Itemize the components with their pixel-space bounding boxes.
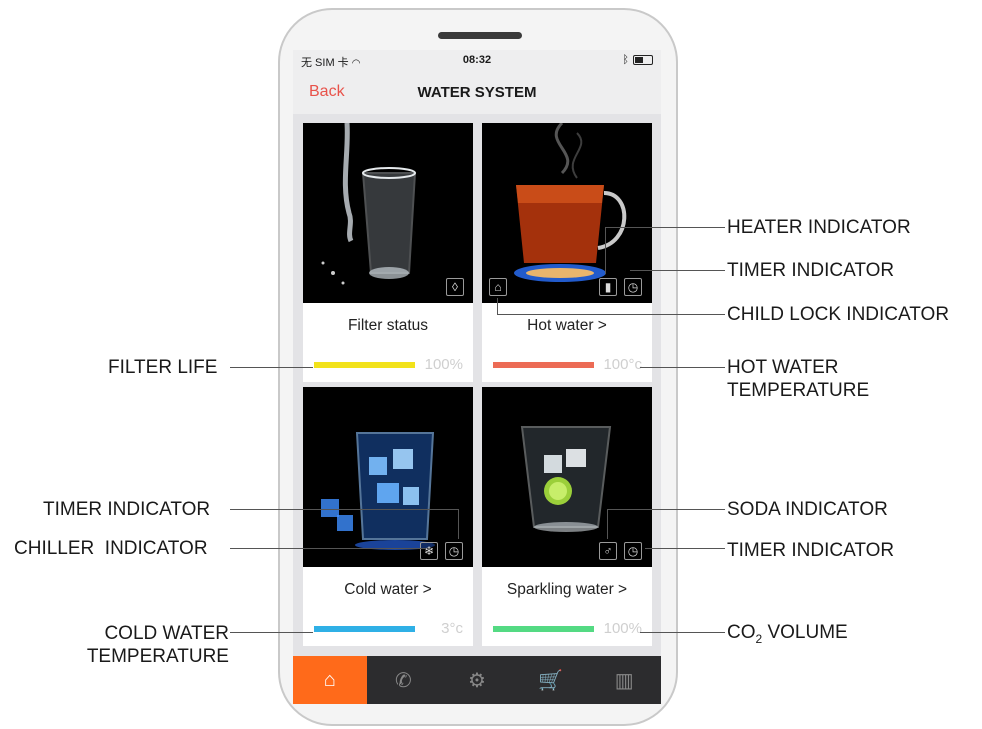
timer-soda-callout-line: [645, 548, 725, 549]
co2-callout-text: CO: [727, 622, 756, 643]
timer-hot-callout-line: [630, 270, 725, 271]
hot-temp-callout-line1: HOT WATER: [727, 357, 839, 378]
soda-icon: ♂: [599, 542, 617, 560]
cold-temp-callout-line: [230, 632, 313, 633]
cold-water-card[interactable]: ❄ ◷ Cold water > 3°c: [303, 387, 473, 646]
page-title: WATER SYSTEM: [417, 84, 537, 101]
co2-volume-value: 100%: [603, 620, 642, 637]
water-drop-icon: ◊: [446, 278, 464, 296]
timer-icon: ◷: [624, 542, 642, 560]
child-lock-callout-line-v: [497, 298, 498, 314]
cold-water-label: Cold water >: [344, 581, 432, 598]
chiller-callout: CHILLER INDICATOR: [14, 538, 208, 559]
clock: 08:32: [462, 54, 492, 66]
tab-cart[interactable]: 🛒: [514, 656, 588, 704]
hot-water-temp-bar: [493, 362, 594, 368]
tab-home[interactable]: ⌂: [293, 656, 367, 704]
heater-callout: HEATER INDICATOR: [727, 217, 911, 238]
stats-icon: ▥: [614, 669, 634, 692]
heater-icon: ▮: [599, 278, 617, 296]
hot-water-photo: ⌂ ▮ ◷: [482, 123, 652, 303]
filter-photo: ◊: [303, 123, 473, 303]
soda-callout: SODA INDICATOR: [727, 499, 888, 520]
cold-water-temp-value: 3°c: [441, 620, 463, 637]
settings-icon: ⚙: [468, 669, 486, 692]
timer-soda-callout: TIMER INDICATOR: [727, 540, 895, 561]
filter-life-bar: [314, 362, 415, 368]
co2-volume-bar: [493, 626, 594, 632]
phone-icon: ✆: [395, 669, 412, 692]
filter-label: Filter status: [347, 317, 429, 334]
sparkling-water-photo: ♂ ◷: [482, 387, 652, 567]
hot-water-card[interactable]: ⌂ ▮ ◷ Hot water > 100°c: [482, 123, 652, 382]
cold-temp-callout: COLD WATER TEMPERATURE: [71, 622, 229, 668]
heater-callout-line: [605, 227, 725, 228]
timer-hot-callout: TIMER INDICATOR: [727, 260, 895, 281]
co2-callout-rest: VOLUME: [762, 622, 848, 643]
filter-life-value: 100%: [424, 356, 463, 373]
home-icon: ⌂: [323, 668, 336, 691]
hot-water-temp-value: 100°c: [603, 356, 642, 373]
phone-speaker: [438, 32, 522, 39]
chiller-callout-line: [230, 548, 426, 549]
child-lock-callout: CHILD LOCK INDICATOR: [727, 304, 950, 325]
co2-callout: CO2 VOLUME: [727, 621, 848, 651]
app-screen: 无 SIM 卡 ◠ 08:32 ᛒ Back WATER SYSTEM ◊ Fi…: [293, 50, 661, 704]
tab-phone[interactable]: ✆: [367, 656, 441, 704]
timer-icon: ◷: [624, 278, 642, 296]
sparkling-water-card[interactable]: ♂ ◷ Sparkling water > 100%: [482, 387, 652, 646]
soda-callout-line: [607, 509, 725, 510]
cart-icon: 🛒: [538, 669, 564, 692]
tile-grid: ◊ Filter status 100% ⌂ ▮ ◷ Hot water > 1…: [293, 114, 661, 656]
timer-cold-callout-line: [230, 509, 458, 510]
status-bar: 无 SIM 卡 ◠ 08:32 ᛒ: [293, 50, 661, 72]
cold-water-photo: ❄ ◷: [303, 387, 473, 567]
tab-bar: ⌂ ✆ ⚙ 🛒 ▥: [293, 656, 661, 704]
chiller-icon: ❄: [420, 542, 438, 560]
bluetooth-icon: ᛒ: [622, 54, 629, 66]
tab-settings[interactable]: ⚙: [440, 656, 514, 704]
tab-stats[interactable]: ▥: [587, 656, 661, 704]
hot-temp-callout-line2: TEMPERATURE: [727, 380, 870, 401]
cold-temp-callout-line2: TEMPERATURE: [86, 646, 229, 667]
heater-callout-line-v: [605, 227, 606, 274]
timer-icon: ◷: [445, 542, 463, 560]
filter-card[interactable]: ◊ Filter status 100%: [303, 123, 473, 382]
child-lock-icon: ⌂: [489, 278, 507, 296]
hot-water-label: Hot water >: [527, 317, 607, 334]
filter-life-callout: FILTER LIFE: [108, 357, 218, 378]
co2-callout-line: [640, 632, 725, 633]
status-right: ᛒ: [622, 54, 653, 66]
soda-callout-line-v: [607, 509, 608, 539]
hot-temp-callout: HOT WATER TEMPERATURE: [727, 356, 869, 402]
nav-bar: Back WATER SYSTEM: [293, 72, 661, 112]
filter-life-callout-line: [230, 367, 313, 368]
timer-cold-callout: TIMER INDICATOR: [43, 499, 211, 520]
timer-cold-callout-line-v: [458, 509, 459, 539]
cold-water-temp-bar: [314, 626, 415, 632]
sparkling-water-label: Sparkling water >: [506, 581, 628, 598]
hot-temp-callout-line: [640, 367, 725, 368]
cold-temp-callout-line1: COLD WATER: [104, 623, 229, 644]
child-lock-callout-line: [497, 314, 725, 315]
battery-icon: [633, 55, 653, 65]
